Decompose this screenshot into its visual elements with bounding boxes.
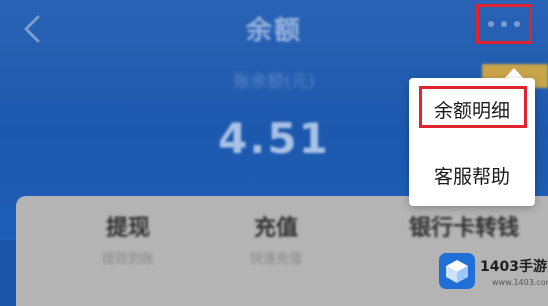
more-dots-icon [488, 21, 494, 27]
withdraw-label: 提现 [105, 216, 150, 241]
watermark-sub: www.1403.com [492, 278, 548, 287]
bank-transfer-button[interactable]: 银行卡转钱 [384, 210, 544, 248]
recharge-label: 充值 [253, 216, 298, 241]
bank-transfer-label: 银行卡转钱 [408, 216, 519, 241]
watermark: 1403手游网 www.1403.com [434, 246, 548, 302]
withdraw-sub: 提现到账 [101, 252, 154, 267]
highlight-box [419, 86, 527, 128]
more-button[interactable] [476, 4, 532, 44]
recharge-sub: 快速充值 [249, 252, 302, 267]
cube-logo-icon [439, 253, 475, 289]
menu-item-customer-help[interactable]: 客服帮助 [409, 150, 535, 200]
recharge-button[interactable]: 充值 快速充值 [216, 210, 336, 267]
withdraw-button[interactable]: 提现 提现到账 [68, 210, 188, 267]
page-title: 余额 [245, 16, 302, 46]
watermark-text: 1403手游网 [480, 259, 548, 275]
